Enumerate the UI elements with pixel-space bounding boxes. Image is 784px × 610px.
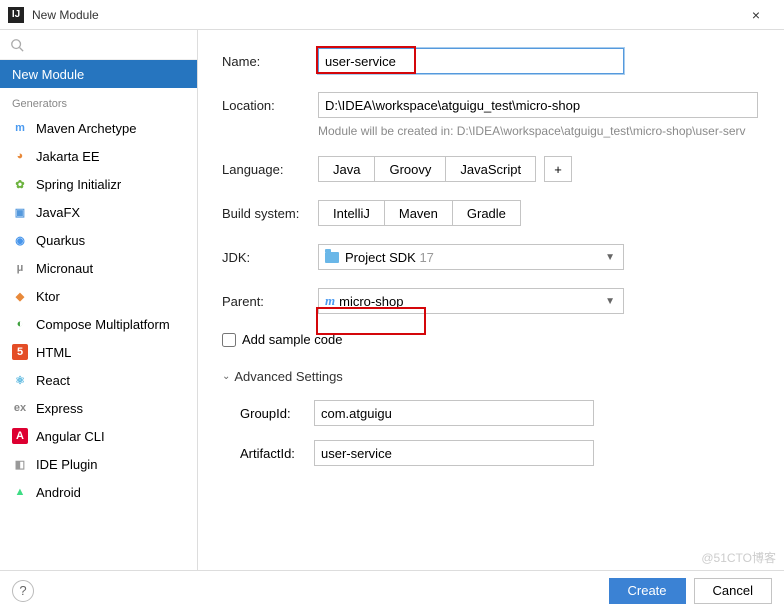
build-system-option[interactable]: Gradle	[453, 200, 521, 226]
generator-icon: ◆	[12, 288, 28, 304]
add-language-button[interactable]: +	[544, 156, 572, 182]
generator-label: Express	[36, 401, 83, 416]
build-system-option[interactable]: Maven	[385, 200, 453, 226]
maven-icon: m	[325, 293, 335, 309]
name-input[interactable]	[318, 48, 624, 74]
artifactid-input[interactable]	[314, 440, 594, 466]
sidebar-item-generator[interactable]: m Maven Archetype	[0, 114, 197, 142]
generator-label: Ktor	[36, 289, 60, 304]
sidebar-item-generator[interactable]: 5 HTML	[0, 338, 197, 366]
generator-icon: ex	[12, 400, 28, 416]
generator-label: Android	[36, 485, 81, 500]
language-option[interactable]: JavaScript	[446, 156, 536, 182]
sidebar-item-generator[interactable]: ex Express	[0, 394, 197, 422]
name-label: Name:	[222, 54, 318, 69]
generator-icon: A	[12, 428, 28, 444]
location-hint: Module will be created in: D:\IDEA\works…	[318, 124, 784, 138]
chevron-down-icon: ▼	[605, 252, 615, 263]
cancel-button[interactable]: Cancel	[694, 578, 772, 604]
generator-icon: ⚛	[12, 372, 28, 388]
jdk-version: 17	[419, 250, 433, 265]
sidebar-item-generator[interactable]: ⚛ React	[0, 366, 197, 394]
generator-label: IDE Plugin	[36, 457, 97, 472]
build-system-label: Build system:	[222, 206, 318, 221]
chevron-down-icon: ⌄	[222, 371, 230, 382]
sidebar-item-new-module[interactable]: New Module	[0, 60, 197, 88]
groupid-input[interactable]	[314, 400, 594, 426]
generator-icon: ▣	[12, 204, 28, 220]
sidebar-item-generator[interactable]: A Angular CLI	[0, 422, 197, 450]
generator-icon: ▲	[12, 484, 28, 500]
generator-label: JavaFX	[36, 205, 80, 220]
generator-icon: ◕	[12, 148, 28, 164]
footer: ? Create Cancel	[0, 570, 784, 610]
location-input[interactable]	[318, 92, 758, 118]
sidebar: New Module Generators m Maven Archetype ◕ J…	[0, 30, 198, 570]
generator-label: Compose Multiplatform	[36, 317, 170, 332]
help-button[interactable]: ?	[12, 580, 34, 602]
build-system-option[interactable]: IntelliJ	[318, 200, 385, 226]
sidebar-item-generator[interactable]: ◐ Compose Multiplatform	[0, 310, 197, 338]
location-label: Location:	[222, 98, 318, 113]
language-label: Language:	[222, 162, 318, 177]
app-icon: IJ	[8, 7, 24, 23]
generator-icon: ◐	[12, 316, 28, 332]
generator-label: Jakarta EE	[36, 149, 100, 164]
plus-icon: +	[554, 162, 562, 177]
sidebar-item-generator[interactable]: ◆ Ktor	[0, 282, 197, 310]
help-icon: ?	[19, 583, 26, 598]
parent-label: Parent:	[222, 294, 318, 309]
window-title: New Module	[32, 8, 736, 22]
language-option[interactable]: Groovy	[375, 156, 446, 182]
generator-label: Micronaut	[36, 261, 93, 276]
advanced-settings-header[interactable]: ⌄ Advanced Settings	[222, 369, 784, 384]
artifactid-label: ArtifactId:	[240, 446, 314, 461]
language-option[interactable]: Java	[318, 156, 375, 182]
sidebar-item-generator[interactable]: ◉ Quarkus	[0, 226, 197, 254]
folder-icon	[325, 252, 339, 263]
generator-label: Spring Initializr	[36, 177, 121, 192]
sidebar-item-generator[interactable]: ◕ Jakarta EE	[0, 142, 197, 170]
parent-dropdown[interactable]: m micro-shop ▼	[318, 288, 624, 314]
sidebar-item-label: New Module	[12, 67, 84, 82]
generator-label: HTML	[36, 345, 71, 360]
sidebar-item-generator[interactable]: ▲ Android	[0, 478, 197, 506]
sidebar-item-generator[interactable]: μ Micronaut	[0, 254, 197, 282]
generator-label: Quarkus	[36, 233, 85, 248]
generator-label: Angular CLI	[36, 429, 105, 444]
sample-code-checkbox[interactable]	[222, 333, 236, 347]
jdk-dropdown[interactable]: Project SDK 17 ▼	[318, 244, 624, 270]
titlebar: IJ New Module ×	[0, 0, 784, 30]
language-group: JavaGroovyJavaScript	[318, 156, 536, 182]
jdk-label: JDK:	[222, 250, 318, 265]
sample-code-label: Add sample code	[242, 332, 342, 347]
sidebar-item-generator[interactable]: ◧ IDE Plugin	[0, 450, 197, 478]
close-button[interactable]: ×	[736, 7, 776, 23]
generator-icon: μ	[12, 260, 28, 276]
create-button[interactable]: Create	[609, 578, 686, 604]
generator-label: React	[36, 373, 70, 388]
content-panel: Name: Location: Module will be created i…	[198, 30, 784, 570]
generator-icon: ◧	[12, 456, 28, 472]
search-icon	[10, 38, 24, 52]
parent-value: micro-shop	[339, 294, 403, 309]
generator-icon: ◉	[12, 232, 28, 248]
generator-label: Maven Archetype	[36, 121, 136, 136]
generator-icon: 5	[12, 344, 28, 360]
build-system-group: IntelliJMavenGradle	[318, 200, 521, 226]
groupid-label: GroupId:	[240, 406, 314, 421]
sidebar-item-generator[interactable]: ✿ Spring Initializr	[0, 170, 197, 198]
generator-icon: m	[12, 120, 28, 136]
generator-icon: ✿	[12, 176, 28, 192]
search-input[interactable]	[0, 30, 197, 60]
chevron-down-icon: ▼	[605, 296, 615, 307]
sidebar-item-generator[interactable]: ▣ JavaFX	[0, 198, 197, 226]
jdk-value: Project SDK	[345, 250, 416, 265]
generators-header: Generators	[0, 88, 197, 114]
main-area: New Module Generators m Maven Archetype ◕ J…	[0, 30, 784, 570]
advanced-settings-label: Advanced Settings	[234, 369, 342, 384]
